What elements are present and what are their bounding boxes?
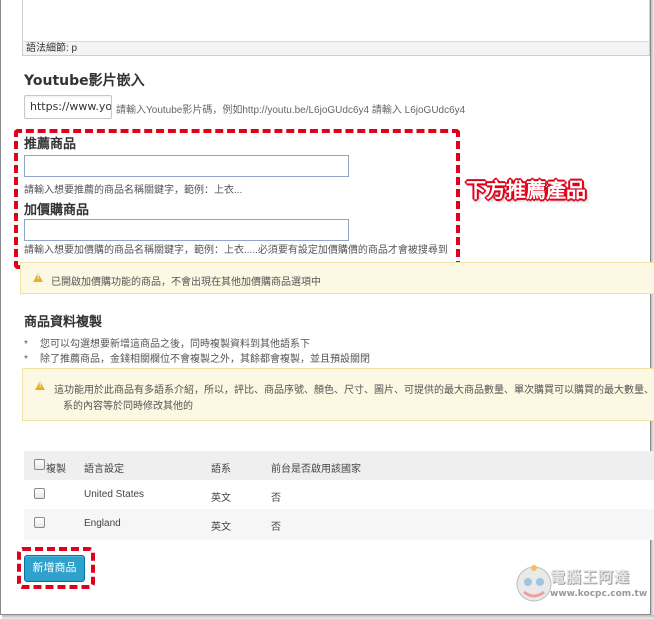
copy-bullet-text: 您可以勾選想要新增這商品之後，同時複製資料到其他語系下 [40, 339, 310, 350]
copy-bullet-text: 除了推薦商品，金錢相關欄位不會複製之外，其餘都會複製，並且預設關閉 [40, 354, 370, 365]
editor-path-bar: 語法細節: p [23, 41, 649, 55]
copy-bullet: * 您可以勾選想要新增這商品之後，同時複製資料到其他語系下 [24, 339, 310, 350]
warning-icon [35, 381, 45, 390]
row-language: England [84, 518, 121, 529]
copy-bullet: * 除了推薦商品，金錢相關欄位不會複製之外，其餘都會複製，並且預設關閉 [24, 354, 370, 365]
header-front-enabled: 前台是否啟用該國家 [271, 464, 361, 475]
youtube-heading: Youtube影片嵌入 [24, 73, 145, 89]
row-front-enabled: 否 [271, 493, 281, 504]
table-row: England 英文 否 [24, 509, 654, 540]
table-row: United States 英文 否 [24, 480, 654, 509]
recommend-heading: 推薦商品 [24, 137, 77, 152]
row-front-enabled: 否 [271, 522, 281, 533]
recommend-hint: 請輸入想要推薦的商品名稱關鍵字，範例：上衣... [24, 185, 243, 196]
addon-alert-text: 已開啟加價購功能的商品，不會出現在其他加價購商品選項中 [51, 277, 321, 288]
header-locale: 語系 [211, 464, 231, 475]
rich-text-editor[interactable]: 語法細節: p [22, 0, 650, 56]
addon-alert: 已開啟加價購功能的商品，不會出現在其他加價購商品選項中 [20, 262, 654, 294]
watermark-text: 電腦王阿達 [550, 568, 631, 586]
row-locale: 英文 [211, 493, 231, 504]
youtube-hint: 請輸入Youtube影片碼，例如http://youtu.be/L6joGUdc… [116, 105, 466, 116]
watermark-url: www.kocpc.com.tw [550, 589, 648, 599]
table-header-row: 複製 語言設定 語系 前台是否啟用該國家 [24, 451, 654, 480]
header-copy: 複製 [46, 464, 66, 475]
row-copy-checkbox[interactable] [34, 488, 45, 499]
row-locale: 英文 [211, 522, 231, 533]
annotation-label: 下方推薦產品 [466, 178, 586, 202]
copy-alert: 這功能用於此商品有多語系介紹，所以，評比、商品序號、顏色、尺寸、圖片、可提供的最… [22, 368, 654, 421]
warning-icon [33, 273, 43, 282]
copy-alert-line1: 這功能用於此商品有多語系介紹，所以，評比、商品序號、顏色、尺寸、圖片、可提供的最… [54, 385, 654, 396]
addon-heading: 加價購商品 [24, 203, 90, 218]
recommend-product-input[interactable] [24, 155, 349, 177]
row-language: United States [84, 489, 145, 500]
add-product-button[interactable]: 新增商品 [24, 555, 85, 582]
header-language: 語言設定 [84, 464, 124, 475]
copy-alert-line2: 系的內容等於同時修改其他的 [63, 401, 193, 412]
youtube-url-input[interactable]: https://www.youtu [24, 95, 112, 119]
frame-shadow-bottom [2, 615, 654, 619]
copy-section-heading: 商品資料複製 [24, 315, 103, 330]
row-copy-checkbox[interactable] [34, 517, 45, 528]
select-all-checkbox[interactable] [34, 459, 45, 470]
addon-product-input[interactable] [24, 219, 349, 241]
addon-hint: 請輸入想要加價購的商品名稱關鍵字，範例：上衣.....必須要有設定加價購價的商品… [24, 245, 448, 256]
